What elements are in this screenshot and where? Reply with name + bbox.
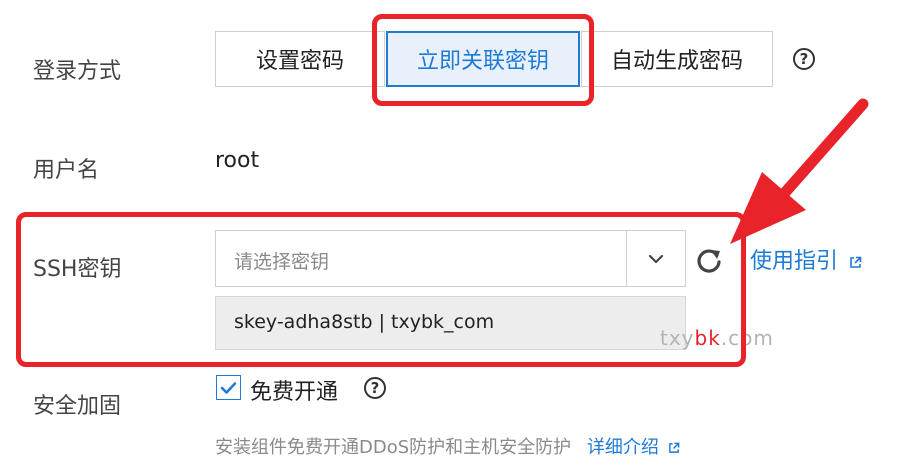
free-enable-label: 免费开通 xyxy=(250,380,339,405)
tab-set-password[interactable]: 设置密码 xyxy=(215,31,385,87)
red-arrow-icon xyxy=(720,96,870,256)
free-enable-checkbox[interactable] xyxy=(216,375,241,400)
highlight-box-tab xyxy=(372,14,594,106)
username-label: 用户名 xyxy=(33,158,100,183)
username-value: root xyxy=(215,148,260,173)
highlight-box-ssh xyxy=(16,212,746,367)
login-help-glyph: ? xyxy=(799,50,809,68)
details-link-label: 详细介绍 xyxy=(586,437,659,458)
tab-set-password-label: 设置密码 xyxy=(255,49,344,74)
security-note-text: 安装组件免费开通DDoS防护和主机安全防护 xyxy=(215,437,572,458)
tab-auto-password[interactable]: 自动生成密码 xyxy=(581,31,773,87)
external-link-icon-2 xyxy=(668,438,680,459)
security-note: 安装组件免费开通DDoS防护和主机安全防护 详细介绍 xyxy=(215,433,680,459)
tab-auto-password-label: 自动生成密码 xyxy=(610,49,743,74)
security-label: 安全加固 xyxy=(33,394,122,419)
security-help-icon[interactable]: ? xyxy=(364,377,386,399)
login-help-icon[interactable]: ? xyxy=(793,48,815,70)
details-link[interactable]: 详细介绍 xyxy=(587,437,680,458)
login-method-label: 登录方式 xyxy=(33,59,122,84)
security-help-glyph: ? xyxy=(370,379,380,397)
external-link-icon xyxy=(849,254,862,273)
checkmark-icon xyxy=(220,381,237,394)
